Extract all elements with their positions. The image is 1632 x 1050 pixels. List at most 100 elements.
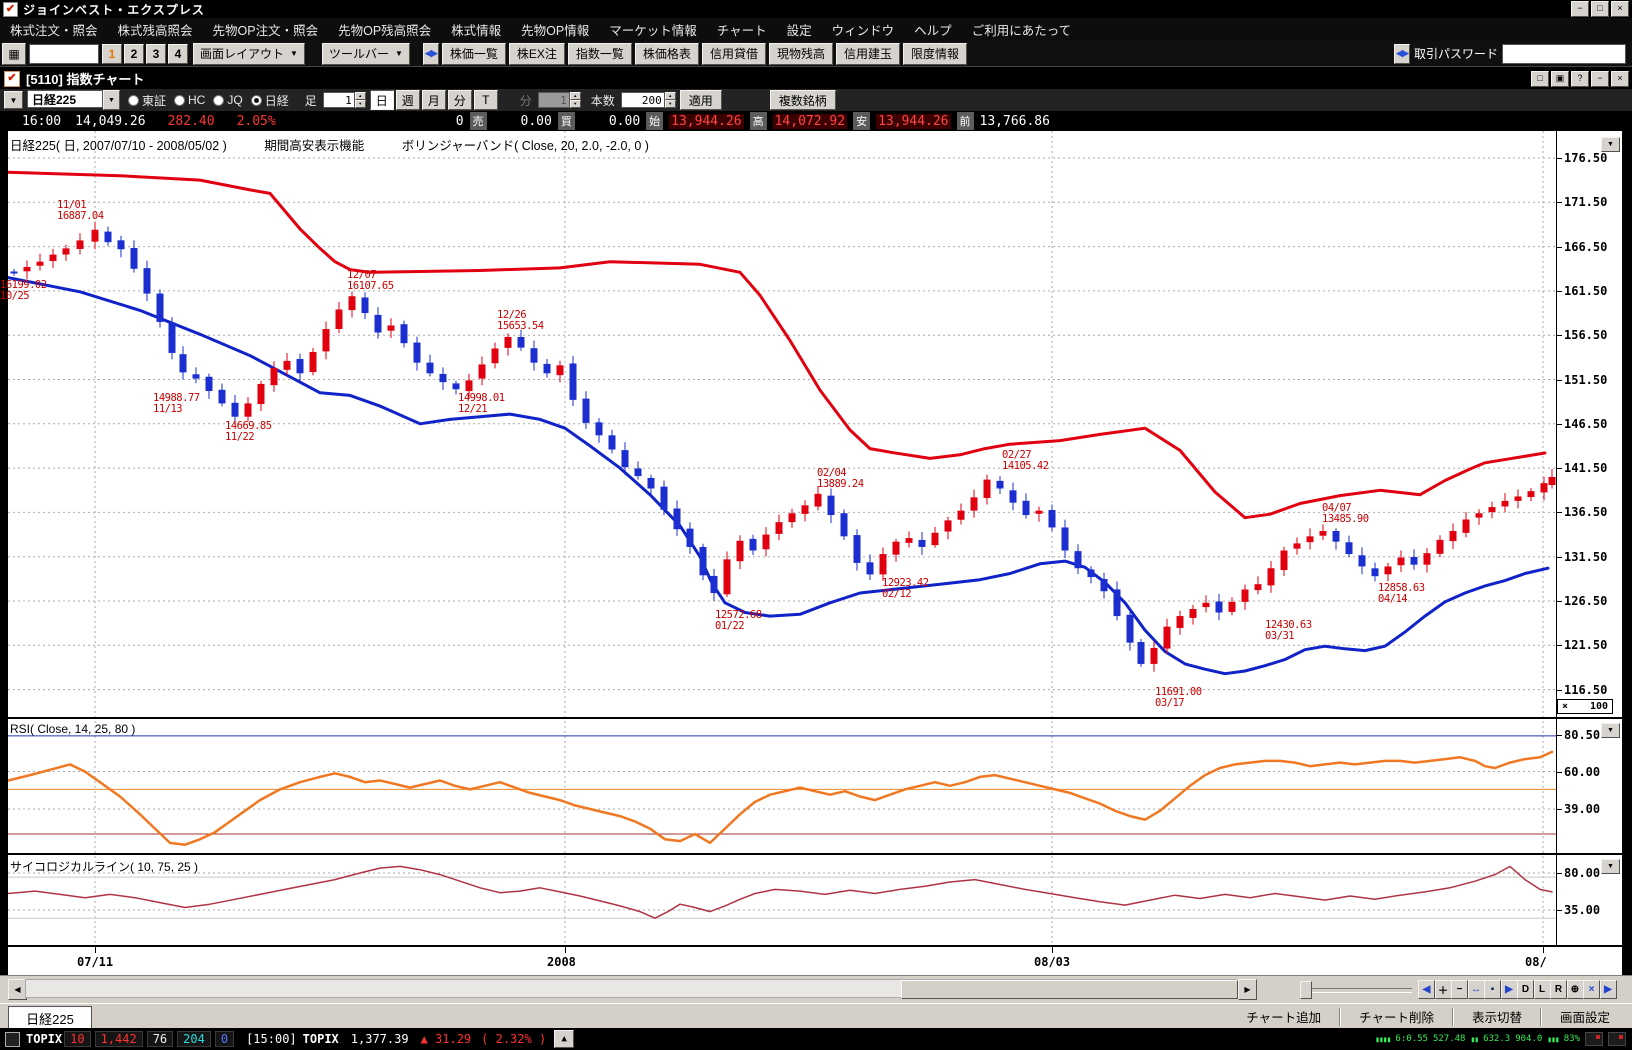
toolbar-button-信用貸借[interactable]: 信用貸借 bbox=[702, 43, 766, 65]
help-icon[interactable]: ? bbox=[1571, 71, 1589, 87]
duplicate-icon[interactable]: ▣ bbox=[1551, 71, 1569, 87]
nav-zoom-out-icon[interactable]: − bbox=[1451, 980, 1468, 999]
maximize-button[interactable]: □ bbox=[1591, 1, 1609, 17]
market-radio-日経[interactable]: 日経 bbox=[251, 92, 289, 109]
period-button-T[interactable]: T bbox=[474, 90, 498, 110]
workspace-button-1[interactable]: 1 bbox=[102, 44, 122, 64]
toolbar-button-信用建玉[interactable]: 信用建玉 bbox=[836, 43, 900, 65]
workspace-button-4[interactable]: 4 bbox=[168, 44, 188, 64]
scroll-right-icon[interactable]: ▶ bbox=[1238, 979, 1257, 1000]
menu-item-先物OP残高照会[interactable]: 先物OP残高照会 bbox=[328, 20, 441, 39]
main-toolbar: ▦ 1234 画面レイアウト▼ ツールバー▼ ◀▶ 株価一覧株EX注指数一覧株価… bbox=[0, 41, 1632, 66]
toolbar-button-限度情報[interactable]: 限度情報 bbox=[903, 43, 967, 65]
chart-window-icon: ✔ bbox=[4, 71, 20, 87]
toolbar-dropdown[interactable]: ツールバー▼ bbox=[322, 43, 410, 65]
period-button-分[interactable]: 分 bbox=[448, 90, 472, 110]
chevron-down-icon: ▼ bbox=[395, 49, 403, 58]
x-tick-mark bbox=[95, 947, 96, 953]
menu-item-マーケット情報[interactable]: マーケット情報 bbox=[599, 20, 707, 39]
nav-scroll-start-icon[interactable]: ◀ bbox=[1418, 980, 1435, 999]
minimize-button[interactable]: − bbox=[1571, 1, 1589, 17]
nav-play-icon[interactable]: ▶ bbox=[1501, 980, 1518, 999]
toolbar-button-株価格表[interactable]: 株価格表 bbox=[635, 43, 699, 65]
workspace-button-3[interactable]: 3 bbox=[146, 44, 166, 64]
radio-icon[interactable] bbox=[128, 95, 139, 106]
nav-fit-width-icon[interactable]: ↔ bbox=[1468, 980, 1485, 999]
toolbar-button-現物残高[interactable]: 現物残高 bbox=[769, 43, 833, 65]
workspace-button-2[interactable]: 2 bbox=[124, 44, 144, 64]
toolbar-button-株EX注[interactable]: 株EX注 bbox=[509, 43, 565, 65]
period-button-週[interactable]: 週 bbox=[396, 90, 420, 110]
chart-annotation: 12572.6801/22 bbox=[715, 610, 762, 632]
multi-symbol-button[interactable]: 複数銘柄 bbox=[770, 90, 836, 110]
menu-item-設定[interactable]: 設定 bbox=[777, 20, 822, 39]
quote-prev: 13,766.86 bbox=[980, 114, 1050, 129]
market-radio-JQ[interactable]: JQ bbox=[213, 92, 242, 109]
psych-panel-dropdown[interactable]: ▼ bbox=[1601, 859, 1620, 874]
nav-stop-icon[interactable]: ▪ bbox=[1484, 980, 1501, 999]
menu-item-先物OP情報[interactable]: 先物OP情報 bbox=[511, 20, 599, 39]
nav-mode-d-icon[interactable]: D bbox=[1517, 980, 1534, 999]
footer-button-表示切替[interactable]: 表示切替 bbox=[1454, 1007, 1540, 1026]
menu-item-チャート[interactable]: チャート bbox=[707, 20, 777, 39]
menu-item-株式情報[interactable]: 株式情報 bbox=[441, 20, 511, 39]
symbol-history-dropdown[interactable]: ▼ bbox=[4, 91, 23, 109]
main-panel-dropdown[interactable]: ▼ bbox=[1601, 137, 1620, 152]
child-close-button[interactable]: × bbox=[1611, 71, 1629, 87]
radio-icon[interactable] bbox=[174, 95, 185, 106]
menu-item-株式注文・照会[interactable]: 株式注文・照会 bbox=[0, 20, 108, 39]
splitter-icon[interactable]: ◀▶ bbox=[423, 43, 439, 65]
meter-bar-icon: ▮▮▮▮ bbox=[1375, 1035, 1390, 1044]
bar-interval-stepper[interactable]: 1▲▼ bbox=[323, 92, 366, 108]
footer-button-チャート削除[interactable]: チャート削除 bbox=[1341, 1007, 1452, 1026]
child-minimize-button[interactable]: − bbox=[1591, 71, 1609, 87]
nav-magnify-icon[interactable]: ⊕ bbox=[1567, 980, 1584, 999]
nav-scroll-end-icon[interactable]: ▶ bbox=[1600, 980, 1617, 999]
radio-icon[interactable] bbox=[251, 95, 262, 106]
splitter-icon[interactable]: ◀▶ bbox=[1394, 44, 1410, 64]
y-tick-mark bbox=[1556, 512, 1562, 513]
rsi-panel-dropdown[interactable]: ▼ bbox=[1601, 723, 1620, 738]
screen-layout-dropdown[interactable]: 画面レイアウト▼ bbox=[193, 43, 305, 65]
scrollbar-thumb[interactable] bbox=[901, 980, 1238, 999]
toolbar-button-指数一覧[interactable]: 指数一覧 bbox=[568, 43, 632, 65]
menu-item-ご利用にあたって[interactable]: ご利用にあたって bbox=[962, 20, 1081, 39]
footer-button-チャート追加[interactable]: チャート追加 bbox=[1228, 1007, 1339, 1026]
trade-password-input[interactable] bbox=[1502, 44, 1626, 64]
nav-mode-l-icon[interactable]: L bbox=[1534, 980, 1551, 999]
collapse-up-icon[interactable]: ▲ bbox=[554, 1030, 574, 1048]
tab-nikkei225[interactable]: 日経225 bbox=[8, 1006, 92, 1030]
symbol-select[interactable]: 日経225 bbox=[27, 90, 103, 108]
menu-item-株式残高照会[interactable]: 株式残高照会 bbox=[108, 20, 203, 39]
layout-grid-icon[interactable]: ▦ bbox=[2, 43, 26, 65]
popout-icon[interactable]: □ bbox=[1531, 71, 1549, 87]
zoom-slider-track[interactable] bbox=[1300, 988, 1412, 993]
toolbar-button-株価一覧[interactable]: 株価一覧 bbox=[442, 43, 506, 65]
low-chip: 安 bbox=[853, 112, 870, 130]
scrollbar-track[interactable] bbox=[25, 979, 1237, 998]
menu-item-先物OP注文・照会[interactable]: 先物OP注文・照会 bbox=[203, 20, 329, 39]
workspace-name-input[interactable] bbox=[29, 44, 99, 64]
period-button-月[interactable]: 月 bbox=[422, 90, 446, 110]
bar-count-stepper[interactable]: 200▲▼ bbox=[621, 92, 676, 108]
app-logo-icon: ✔ bbox=[3, 2, 18, 17]
zoom-slider-handle[interactable] bbox=[1300, 981, 1312, 999]
footer-button-画面設定[interactable]: 画面設定 bbox=[1542, 1007, 1628, 1026]
menu-item-ヘルプ[interactable]: ヘルプ bbox=[904, 20, 962, 39]
y-tick-mark bbox=[1556, 380, 1562, 381]
period-button-日[interactable]: 日 bbox=[370, 90, 394, 110]
symbol-select-caret[interactable]: ▼ bbox=[103, 90, 120, 110]
quote-time: 16:00 bbox=[22, 114, 61, 129]
status-icon[interactable] bbox=[5, 1032, 20, 1047]
close-button[interactable]: × bbox=[1611, 1, 1629, 17]
radio-icon[interactable] bbox=[213, 95, 224, 106]
y-tick-mark bbox=[1556, 735, 1562, 736]
nav-close-chart-icon[interactable]: × bbox=[1583, 980, 1600, 999]
y-axis-label: 161.50 bbox=[1564, 284, 1607, 298]
market-radio-東証[interactable]: 東証 bbox=[128, 92, 166, 109]
nav-mode-r-icon[interactable]: R bbox=[1550, 980, 1567, 999]
market-radio-HC[interactable]: HC bbox=[174, 92, 205, 109]
menu-item-ウィンドウ[interactable]: ウィンドウ bbox=[822, 20, 905, 39]
apply-button[interactable]: 適用 bbox=[680, 90, 722, 110]
nav-zoom-in-icon[interactable]: ＋ bbox=[1435, 980, 1452, 999]
